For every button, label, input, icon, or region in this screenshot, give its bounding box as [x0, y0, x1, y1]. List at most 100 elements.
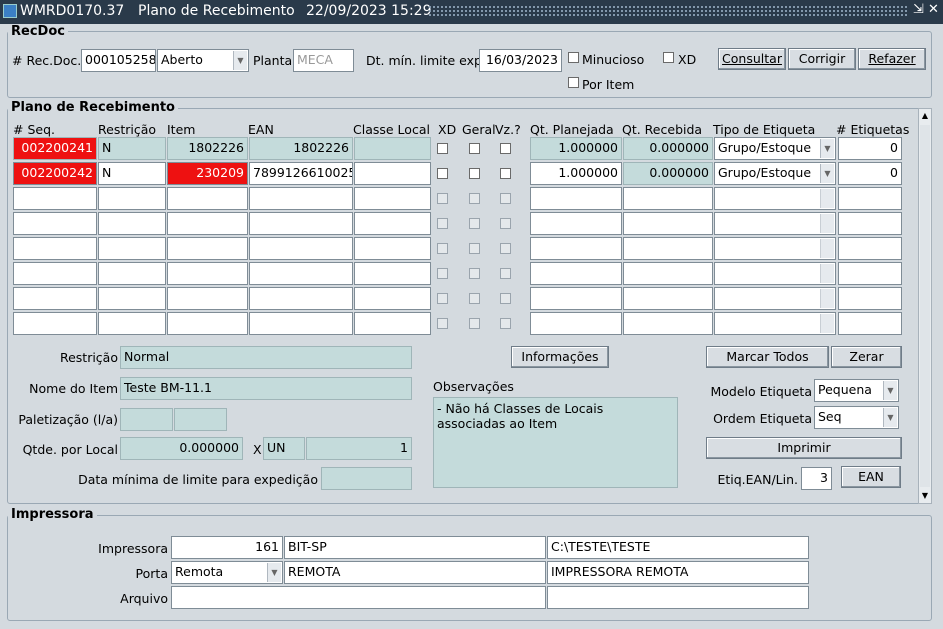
impressora-number-input[interactable]: 161 — [171, 536, 283, 559]
cell-n-etiq[interactable] — [838, 212, 902, 235]
refazer-button[interactable]: Refazer — [858, 48, 926, 70]
geral-checkbox[interactable] — [469, 243, 480, 254]
cell-ean[interactable]: 7899126610025 — [249, 162, 353, 185]
rec-doc-input[interactable]: 000105258 — [81, 49, 156, 72]
xd-checkbox[interactable] — [437, 168, 448, 179]
scroll-thumb[interactable] — [920, 125, 930, 487]
cell-ean[interactable] — [249, 212, 353, 235]
minimize-icon[interactable]: ⇲ — [913, 2, 924, 17]
cell-classe[interactable] — [354, 137, 431, 160]
cell-restricao[interactable]: N — [98, 137, 166, 160]
cell-qt-plan[interactable] — [530, 287, 622, 310]
cell-item[interactable]: 1802226 — [167, 137, 248, 160]
cell-classe[interactable] — [354, 187, 431, 210]
cell-item[interactable] — [167, 312, 248, 335]
scroll-down-icon[interactable]: ▼ — [919, 489, 931, 503]
cell-tipo[interactable] — [714, 237, 836, 260]
cell-n-etiq[interactable] — [838, 287, 902, 310]
chevron-down-icon[interactable] — [820, 264, 834, 283]
chevron-down-icon[interactable] — [820, 189, 834, 208]
cell-ean[interactable] — [249, 262, 353, 285]
dt-min-limite-input[interactable]: 16/03/2023 — [479, 49, 562, 72]
xd-checkbox[interactable] — [437, 293, 448, 304]
geral-checkbox[interactable] — [469, 168, 480, 179]
cell-item[interactable]: 230209 — [167, 162, 248, 185]
cell-restricao[interactable] — [98, 237, 166, 260]
cell-item[interactable] — [167, 237, 248, 260]
cell-classe[interactable] — [354, 162, 431, 185]
geral-checkbox[interactable] — [469, 318, 480, 329]
cell-restricao[interactable] — [98, 262, 166, 285]
porta-select[interactable]: Remota ▼ — [171, 561, 283, 584]
cell-qt-rec[interactable] — [623, 187, 713, 210]
xd-checkbox[interactable] — [437, 193, 448, 204]
cell-qt-plan[interactable] — [530, 212, 622, 235]
cell-tipo[interactable] — [714, 187, 836, 210]
vazio-checkbox[interactable] — [500, 243, 511, 254]
cell-classe[interactable] — [354, 262, 431, 285]
close-icon[interactable]: ✕ — [928, 2, 939, 17]
cell-qt-rec[interactable] — [623, 262, 713, 285]
geral-checkbox[interactable] — [469, 143, 480, 154]
cell-qt-plan[interactable]: 1.000000 — [530, 137, 622, 160]
cell-item[interactable] — [167, 262, 248, 285]
xd-checkbox[interactable] — [437, 268, 448, 279]
grid-scrollbar[interactable]: ▲ ▼ — [918, 108, 932, 504]
cell-seq[interactable] — [13, 287, 97, 310]
imprimir-button[interactable]: Imprimir — [706, 437, 902, 459]
cell-restricao[interactable] — [98, 287, 166, 310]
arquivo-input[interactable] — [171, 586, 546, 609]
cell-qt-rec[interactable] — [623, 212, 713, 235]
xd-checkbox[interactable] — [437, 318, 448, 329]
ordem-etiqueta-select[interactable]: Seq ▼ — [814, 406, 899, 429]
cell-seq[interactable]: 002200241 — [13, 137, 97, 160]
chevron-down-icon[interactable] — [820, 289, 834, 308]
cell-qt-plan[interactable] — [530, 187, 622, 210]
vazio-checkbox[interactable] — [500, 168, 511, 179]
consultar-button[interactable]: Consultar — [718, 48, 786, 70]
vazio-checkbox[interactable] — [500, 218, 511, 229]
cell-tipo[interactable] — [714, 312, 836, 335]
corrigir-button[interactable]: Corrigir — [788, 48, 856, 70]
cell-tipo[interactable] — [714, 212, 836, 235]
cell-seq[interactable]: 002200242 — [13, 162, 97, 185]
vazio-checkbox[interactable] — [500, 318, 511, 329]
chevron-down-icon[interactable] — [820, 314, 834, 333]
cell-classe[interactable] — [354, 312, 431, 335]
chevron-down-icon[interactable]: ▼ — [883, 381, 897, 400]
ean-button[interactable]: EAN — [841, 466, 901, 488]
chevron-down-icon[interactable]: ▼ — [233, 51, 247, 70]
cell-seq[interactable] — [13, 212, 97, 235]
xd-checkbox[interactable] — [663, 52, 674, 63]
cell-seq[interactable] — [13, 262, 97, 285]
cell-qt-rec[interactable] — [623, 287, 713, 310]
cell-restricao[interactable] — [98, 212, 166, 235]
cell-restricao[interactable]: N — [98, 162, 166, 185]
por-item-checkbox[interactable] — [568, 77, 579, 88]
chevron-down-icon[interactable]: ▼ — [820, 164, 834, 183]
chevron-down-icon[interactable] — [820, 239, 834, 258]
vazio-checkbox[interactable] — [500, 268, 511, 279]
cell-n-etiq[interactable] — [838, 187, 902, 210]
informacoes-button[interactable]: Informações — [511, 346, 609, 368]
cell-n-etiq[interactable] — [838, 312, 902, 335]
cell-qt-rec[interactable]: 0.000000 — [623, 162, 713, 185]
cell-n-etiq[interactable] — [838, 262, 902, 285]
status-select[interactable]: Aberto ▼ — [157, 49, 249, 72]
cell-item[interactable] — [167, 287, 248, 310]
cell-n-etiq[interactable]: 0 — [838, 162, 902, 185]
xd-checkbox[interactable] — [437, 218, 448, 229]
cell-ean[interactable] — [249, 187, 353, 210]
geral-checkbox[interactable] — [469, 193, 480, 204]
cell-seq[interactable] — [13, 187, 97, 210]
cell-tipo[interactable] — [714, 287, 836, 310]
cell-tipo[interactable] — [714, 262, 836, 285]
cell-qt-plan[interactable] — [530, 262, 622, 285]
cell-ean[interactable] — [249, 287, 353, 310]
cell-restricao[interactable] — [98, 187, 166, 210]
geral-checkbox[interactable] — [469, 268, 480, 279]
cell-n-etiq[interactable] — [838, 237, 902, 260]
geral-checkbox[interactable] — [469, 218, 480, 229]
cell-n-etiq[interactable]: 0 — [838, 137, 902, 160]
chevron-down-icon[interactable]: ▼ — [883, 408, 897, 427]
